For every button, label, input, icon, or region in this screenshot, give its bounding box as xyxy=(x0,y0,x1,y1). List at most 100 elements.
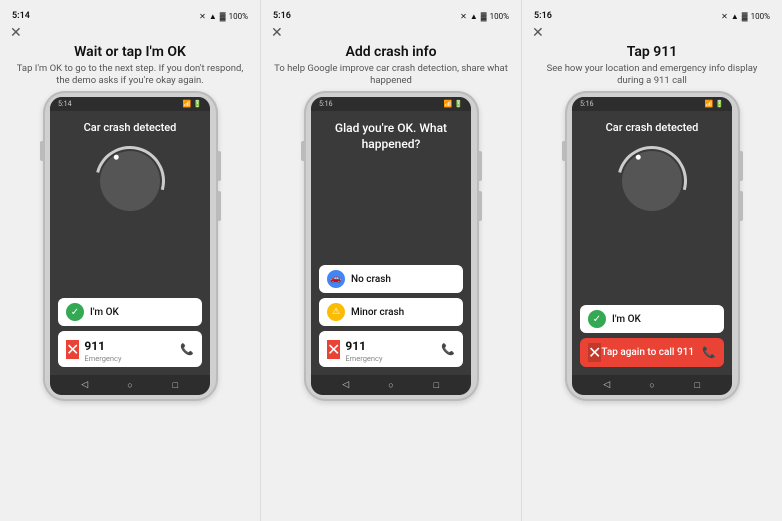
phone-mockup-1: 5:14 📶 🔋 Car crash detected ✓ I'm OK xyxy=(43,91,218,401)
status-bar-1: 5:14 ✕ ▲ ▓ 100% xyxy=(6,8,254,24)
call-911-button-2[interactable]: ✕ 911 Emergency 📞 xyxy=(319,331,463,367)
signal-icon-1: ✕ xyxy=(199,12,206,21)
status-icons-2: ✕ ▲ ▓ 100% xyxy=(460,12,509,21)
battery-pct-1: 100% xyxy=(229,12,248,21)
tap-911-button[interactable]: ✕ Tap again to call 911 📞 xyxy=(580,338,724,367)
screen-content-2: Glad you're OK. What happened? 🚗 No cras… xyxy=(311,111,471,375)
ok-icon-3: ✓ xyxy=(588,310,606,328)
911-info-2: 911 Emergency xyxy=(345,335,382,363)
nav-recent-2[interactable]: □ xyxy=(430,379,442,391)
status-bar-3: 5:16 ✕ ▲ ▓ 100% xyxy=(528,8,776,24)
phone-navbar-2: ◁ ○ □ xyxy=(311,375,471,395)
no-crash-button[interactable]: 🚗 No crash xyxy=(319,265,463,293)
911-sub-2: Emergency xyxy=(345,354,382,363)
nav-back-1[interactable]: ◁ xyxy=(79,379,91,391)
panel-title-2: Add crash info xyxy=(345,44,436,61)
side-btn-top-1 xyxy=(217,151,221,181)
minor-crash-icon: ⚠ xyxy=(327,303,345,321)
panel-desc-3: See how your location and emergency info… xyxy=(534,63,770,88)
status-bar-2: 5:16 ✕ ▲ ▓ 100% xyxy=(267,8,515,24)
ok-label-3: I'm OK xyxy=(612,314,641,325)
panel-tap-911: 5:16 ✕ ▲ ▓ 100% ✕ Tap 911 See how your l… xyxy=(521,0,782,521)
screen-title-3: Car crash detected xyxy=(606,121,699,134)
spinner-dot-1 xyxy=(113,154,120,161)
spinner-arc-3 xyxy=(604,134,700,230)
screen-statusbar-3: 5:16 📶 🔋 xyxy=(572,97,732,111)
panel-title-3: Tap 911 xyxy=(627,44,678,61)
im-ok-button-3[interactable]: ✓ I'm OK xyxy=(580,305,724,333)
911-number-2: 911 xyxy=(345,339,366,353)
battery-icon-1: ▓ xyxy=(220,12,226,21)
close-icon-2[interactable]: ✕ xyxy=(271,26,283,40)
screen-statusbar-1: 5:14 📶 🔋 xyxy=(50,97,210,111)
screen-buttons-2: 🚗 No crash ⚠ Minor crash ✕ 911 Emergency xyxy=(319,265,463,367)
side-btn-left-2 xyxy=(301,141,305,161)
911-number-1: 911 xyxy=(84,339,105,353)
screen-icons-1: 📶 🔋 xyxy=(183,100,202,108)
panel-add-info: 5:16 ✕ ▲ ▓ 100% ✕ Add crash info To help… xyxy=(260,0,521,521)
phone-icon-1: 📞 xyxy=(180,343,194,356)
no-crash-icon: 🚗 xyxy=(327,270,345,288)
spinner-area-1 xyxy=(95,146,165,216)
close-row-1: ✕ xyxy=(6,24,254,42)
nav-back-3[interactable]: ◁ xyxy=(601,379,613,391)
nav-home-1[interactable]: ○ xyxy=(124,379,136,391)
911-icon-1: ✕ xyxy=(66,340,79,359)
nav-home-2[interactable]: ○ xyxy=(385,379,397,391)
battery-pct-2: 100% xyxy=(490,12,509,21)
signal-icon-2: ✕ xyxy=(460,12,467,21)
screen-content-1: Car crash detected ✓ I'm OK ✕ xyxy=(50,111,210,375)
911-left-2: ✕ 911 Emergency xyxy=(327,335,441,363)
screen-title-1: Car crash detected xyxy=(84,121,177,134)
side-btn-top-3 xyxy=(739,151,743,181)
screen-icons-3: 📶 🔋 xyxy=(705,100,724,108)
phone-screen-3: 5:16 📶 🔋 Car crash detected ✓ I'm OK xyxy=(572,97,732,395)
close-icon-3[interactable]: ✕ xyxy=(532,26,544,40)
911-left-1: ✕ 911 Emergency xyxy=(66,335,180,363)
panel-wait-ok: 5:14 ✕ ▲ ▓ 100% ✕ Wait or tap I'm OK Tap… xyxy=(0,0,260,521)
nav-home-3[interactable]: ○ xyxy=(646,379,658,391)
screen-statusbar-2: 5:16 📶 🔋 xyxy=(311,97,471,111)
phone-icon-2: 📞 xyxy=(441,343,455,356)
phone-mockup-2: 5:16 📶 🔋 Glad you're OK. What happened? … xyxy=(304,91,479,401)
screen-content-3: Car crash detected ✓ I'm OK ✕ Tap again … xyxy=(572,111,732,375)
side-btn-left-3 xyxy=(562,141,566,161)
tap-911-label: Tap again to call 911 xyxy=(601,347,702,358)
no-crash-label: No crash xyxy=(351,274,391,285)
911-info-1: 911 Emergency xyxy=(84,335,121,363)
screen-title-2: Glad you're OK. What happened? xyxy=(319,121,463,152)
im-ok-button-1[interactable]: ✓ I'm OK xyxy=(58,298,202,326)
call-911-button-1[interactable]: ✕ 911 Emergency 📞 xyxy=(58,331,202,367)
nav-recent-3[interactable]: □ xyxy=(691,379,703,391)
screen-time-3: 5:16 xyxy=(580,100,594,108)
screen-buttons-3: ✓ I'm OK ✕ Tap again to call 911 📞 xyxy=(580,305,724,367)
ok-icon-1: ✓ xyxy=(66,303,84,321)
minor-crash-button[interactable]: ⚠ Minor crash xyxy=(319,298,463,326)
status-time-2: 5:16 xyxy=(273,11,291,21)
spinner-dot-3 xyxy=(635,154,642,161)
wifi-icon-3: ▲ xyxy=(731,12,739,21)
phone-screen-2: 5:16 📶 🔋 Glad you're OK. What happened? … xyxy=(311,97,471,395)
screen-time-2: 5:16 xyxy=(319,100,333,108)
panel-desc-1: Tap I'm OK to go to the next step. If yo… xyxy=(12,63,248,88)
close-row-2: ✕ xyxy=(267,24,515,42)
phone-mockup-3: 5:16 📶 🔋 Car crash detected ✓ I'm OK xyxy=(565,91,740,401)
phone-screen-1: 5:14 📶 🔋 Car crash detected ✓ I'm OK xyxy=(50,97,210,395)
911-active-icon: ✕ xyxy=(588,343,601,362)
phone-navbar-1: ◁ ○ □ xyxy=(50,375,210,395)
close-icon-1[interactable]: ✕ xyxy=(10,26,22,40)
911-icon-2: ✕ xyxy=(327,340,340,359)
wifi-icon-1: ▲ xyxy=(209,12,217,21)
side-btn-bottom-3 xyxy=(739,191,743,221)
status-time-3: 5:16 xyxy=(534,11,552,21)
spinner-arc-1 xyxy=(82,134,178,230)
screen-icons-2: 📶 🔋 xyxy=(444,100,463,108)
side-btn-left-1 xyxy=(40,141,44,161)
nav-back-2[interactable]: ◁ xyxy=(340,379,352,391)
wifi-icon-2: ▲ xyxy=(470,12,478,21)
nav-recent-1[interactable]: □ xyxy=(169,379,181,391)
status-time-1: 5:14 xyxy=(12,11,30,21)
battery-pct-3: 100% xyxy=(751,12,770,21)
ok-label-1: I'm OK xyxy=(90,307,119,318)
screen-buttons-1: ✓ I'm OK ✕ 911 Emergency 📞 xyxy=(58,298,202,367)
